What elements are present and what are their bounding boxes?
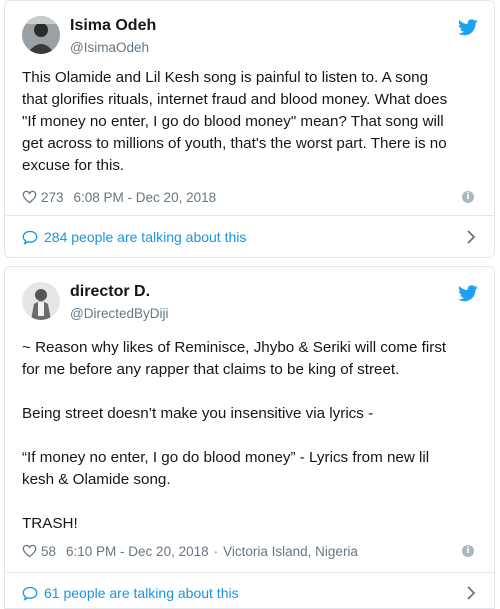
tweet-text: This Olamide and Lil Kesh song is painfu… — [22, 69, 448, 174]
speech-bubble-icon — [22, 230, 38, 245]
conversation-link[interactable]: 61 people are talking about this — [22, 583, 480, 603]
author-handle[interactable]: @IsimaOdeh — [70, 40, 149, 55]
twitter-bird-icon[interactable] — [458, 285, 478, 302]
timestamp[interactable]: 6:10 PM - Dec 20, 2018 — [66, 544, 209, 559]
heart-icon[interactable] — [22, 190, 37, 204]
location[interactable]: Victoria Island, Nigeria — [223, 544, 358, 559]
author-name[interactable]: director D. — [70, 283, 150, 301]
author-name[interactable]: Isima Odeh — [70, 17, 156, 35]
avatar[interactable] — [22, 282, 60, 320]
conversation-count: 284 people are talking about this — [44, 229, 247, 245]
like-count[interactable]: 58 — [41, 544, 56, 559]
chevron-right-icon[interactable] — [466, 230, 476, 244]
tweet-meta: 273 6:08 PM - Dec 20, 2018 — [22, 188, 480, 206]
info-icon[interactable]: i — [462, 191, 474, 203]
avatar[interactable] — [22, 16, 60, 54]
speech-bubble-icon — [22, 586, 38, 601]
twitter-bird-icon[interactable] — [458, 19, 478, 36]
meta-separator: · — [213, 543, 219, 559]
chevron-right-icon[interactable] — [466, 586, 476, 600]
author-handle[interactable]: @DirectedByDiji — [70, 306, 168, 321]
divider — [5, 572, 494, 573]
timestamp[interactable]: 6:08 PM - Dec 20, 2018 — [74, 190, 217, 205]
conversation-link[interactable]: 284 people are talking about this — [22, 227, 480, 247]
like-count[interactable]: 273 — [41, 190, 64, 205]
conversation-count: 61 people are talking about this — [44, 585, 239, 601]
tweet-card: director D. @DirectedByDiji ~ Reason why… — [4, 266, 495, 609]
divider — [5, 215, 494, 216]
tweet-text: ~ Reason why likes of Reminisce, Jhybo &… — [22, 339, 447, 532]
tweet-meta: 58 6:10 PM - Dec 20, 2018 · Victoria Isl… — [22, 542, 480, 560]
heart-icon[interactable] — [22, 544, 37, 558]
tweet-card: Isima Odeh @IsimaOdeh This Olamide and L… — [4, 0, 495, 258]
info-icon[interactable]: i — [462, 545, 474, 557]
